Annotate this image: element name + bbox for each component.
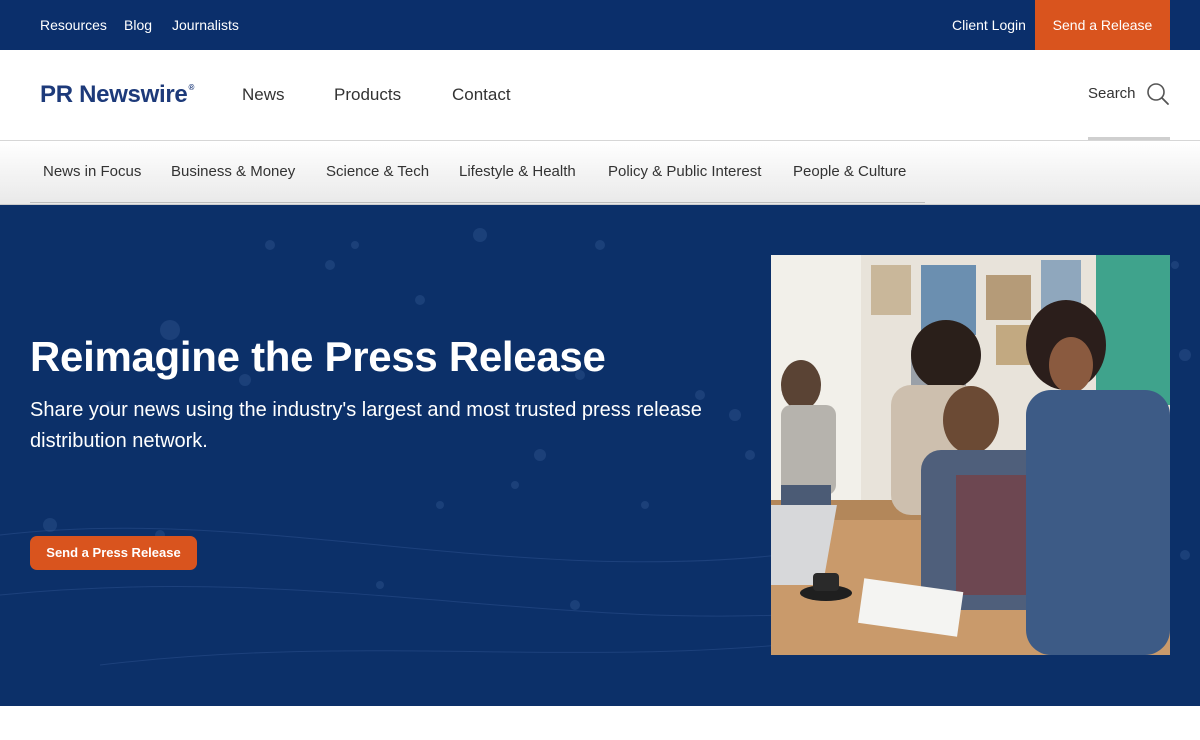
send-a-press-release-button[interactable]: Send a Press Release xyxy=(30,536,197,570)
category-divider xyxy=(30,202,925,203)
office-team-photo xyxy=(771,255,1170,655)
send-a-release-button[interactable]: Send a Release xyxy=(1035,0,1170,50)
blog-link[interactable]: Blog xyxy=(124,0,152,50)
pr-newswire-logo[interactable]: PR Newswire® xyxy=(40,81,194,109)
search-icon xyxy=(1147,83,1169,105)
hero-title: Reimagine the Press Release xyxy=(30,333,606,380)
main-header: PR Newswire® News Products Contact Searc… xyxy=(0,50,1200,141)
resources-link[interactable]: Resources xyxy=(40,0,107,50)
search-button[interactable]: Search xyxy=(1088,80,1170,140)
registered-mark: ® xyxy=(188,83,195,92)
search-label: Search xyxy=(1088,85,1136,102)
category-nav: News in Focus Business & Money Science &… xyxy=(0,141,1200,205)
client-login-link[interactable]: Client Login xyxy=(952,0,1026,50)
hero-subtitle: Share your news using the industry's lar… xyxy=(30,399,702,452)
category-business-money[interactable]: Business & Money xyxy=(171,163,295,180)
category-people-culture[interactable]: People & Culture xyxy=(793,163,906,180)
logo-text: PR Newswire xyxy=(40,81,188,108)
category-policy-public-interest[interactable]: Policy & Public Interest xyxy=(608,163,761,180)
category-lifestyle-health[interactable]: Lifestyle & Health xyxy=(459,163,576,180)
journalists-link[interactable]: Journalists xyxy=(172,0,239,50)
nav-products[interactable]: Products xyxy=(334,85,401,105)
nav-news[interactable]: News xyxy=(242,85,285,105)
nav-contact[interactable]: Contact xyxy=(452,85,511,105)
hero-section: Reimagine the Press Release Share your n… xyxy=(0,205,1200,706)
category-science-tech[interactable]: Science & Tech xyxy=(326,163,429,180)
top-utility-bar: Resources Blog Journalists Client Login … xyxy=(0,0,1200,50)
category-news-in-focus[interactable]: News in Focus xyxy=(43,163,141,180)
